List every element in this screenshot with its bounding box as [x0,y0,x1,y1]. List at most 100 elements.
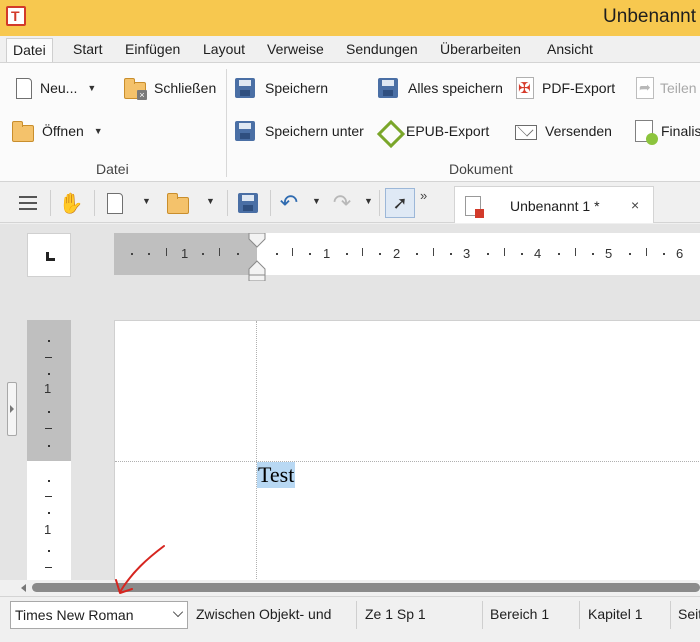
indent-marker-icon[interactable] [248,233,266,281]
status-page[interactable]: Seite 1 [678,606,700,622]
save-as-disk-icon [235,121,255,141]
save-disk-icon [238,193,258,213]
more-tools-chevron-icon[interactable]: » [420,188,427,203]
tab-stop-selector[interactable] [27,233,71,277]
tab-datei[interactable]: Datei [6,38,53,62]
epub-icon [378,121,398,141]
horizontal-scrollbar[interactable] [0,580,700,596]
ruler-number: 1 [44,381,52,396]
new-button[interactable]: Neu... ▼ [14,75,96,101]
epub-export-button[interactable]: EPUB-Export [378,118,489,144]
ruler-number: 1 [44,522,52,537]
pdf-export-button[interactable]: PDF-Export [516,75,615,101]
scroll-left-arrow-icon[interactable] [21,584,26,592]
redo-button[interactable]: ↷ [330,190,354,216]
redo-icon: ↷ [332,190,352,215]
share-button[interactable]: Teilen [636,75,697,101]
status-divider [482,601,483,629]
tab-layout[interactable]: Layout [197,40,251,62]
save-button[interactable]: Speichern [235,75,328,101]
toolbar-divider [270,190,271,216]
hand-icon: ✋ [58,192,84,215]
font-family-select[interactable]: Times New Roman [10,601,188,629]
document-tab-label: Unbenannt 1 * [510,198,600,214]
group-divider [226,69,227,177]
caret-down-icon[interactable]: ▼ [364,196,373,206]
ruler-number: 6 [676,246,684,261]
toolbar-divider [227,190,228,216]
ruler-number: 2 [393,246,401,261]
save-all-disk-icon [378,78,398,98]
new-document-icon [16,77,32,99]
document-tab[interactable]: Unbenannt 1 * × [454,186,654,223]
tab-verweise[interactable]: Verweise [261,40,330,62]
hamburger-icon [19,196,37,210]
close-tab-icon[interactable]: × [631,197,639,213]
sidebar-expand-handle[interactable] [7,382,17,436]
new-document-icon [107,192,123,214]
status-section[interactable]: Bereich 1 [490,606,549,622]
margin-guide [115,461,700,462]
annotation-arrow-icon [115,545,165,594]
horizontal-ruler[interactable]: 1 1 2 3 4 5 6 [114,233,700,281]
toolbar-divider [379,190,380,216]
status-bar: Times New Roman Zwischen Objekt- und Ze … [0,596,700,642]
finalize-button[interactable]: Finalisieren [635,118,700,145]
tab-einfuegen[interactable]: Einfügen [119,40,186,62]
pointer-arrow-icon: ➚ [392,192,408,213]
status-position[interactable]: Ze 1 Sp 1 [365,606,426,622]
finalize-icon [635,120,658,145]
status-divider [356,601,357,629]
caret-down-icon[interactable]: ▼ [206,196,215,206]
margin-guide [256,321,257,581]
open-folder-icon [167,192,189,214]
share-icon [636,77,654,99]
toolbar-divider [50,190,51,216]
group-label-dokument: Dokument [449,161,513,177]
tab-start[interactable]: Start [67,40,109,62]
caret-down-icon[interactable]: ▼ [312,196,321,206]
selected-text[interactable]: Test [257,462,296,488]
save-all-button[interactable]: Alles speichern [378,75,503,101]
tab-sendungen[interactable]: Sendungen [340,40,424,62]
chevron-down-icon[interactable] [172,606,184,618]
document-page[interactable]: Test [114,320,700,581]
save-as-button[interactable]: Speichern unter [235,118,364,144]
open-file-button[interactable] [164,190,192,216]
status-divider [579,601,580,629]
ruler-number: 5 [605,246,613,261]
save-toolbar-button[interactable] [236,190,260,216]
open-button[interactable]: Öffnen ▼ [12,118,103,144]
caret-down-icon[interactable]: ▼ [87,83,96,93]
caret-down-icon[interactable]: ▼ [94,126,103,136]
ribbon: Neu... ▼ × Schließen Öffnen ▼ Datei Spei… [0,62,700,182]
tab-ansicht[interactable]: Ansicht [541,40,599,62]
status-chapter[interactable]: Kapitel 1 [588,606,642,622]
menu-button[interactable] [14,190,42,216]
open-folder-icon [12,120,34,142]
status-mode[interactable]: Zwischen Objekt- und [196,606,331,622]
close-button[interactable]: × Schließen [124,75,216,101]
toolbar-divider [94,190,95,216]
tab-ueberarbeiten[interactable]: Überarbeiten [434,40,527,62]
group-label-datei: Datei [96,161,129,177]
ruler-number: 4 [534,246,542,261]
ribbon-tabs: Datei Start Einfügen Layout Verweise Sen… [0,36,700,62]
hand-tool-button[interactable]: ✋ [58,190,84,216]
caret-down-icon[interactable]: ▼ [142,196,151,206]
ruler-number: 1 [181,246,189,261]
undo-button[interactable]: ↶ [277,190,301,216]
vertical-ruler[interactable]: 1 1 [27,320,71,580]
close-folder-icon: × [124,77,147,100]
document-workspace: 1 1 2 3 4 5 6 1 1 Test [0,224,700,581]
send-button[interactable]: Versenden [515,118,612,144]
app-logo-icon[interactable]: T [6,6,26,26]
select-tool-button[interactable]: ➚ [385,188,415,218]
ruler-number: 1 [323,246,331,261]
status-divider [670,601,671,629]
undo-icon: ↶ [279,190,299,215]
new-document-button[interactable] [103,190,127,216]
ruler-number: 3 [463,246,471,261]
mail-icon [515,125,537,140]
window-title: Unbenannt [603,6,696,27]
